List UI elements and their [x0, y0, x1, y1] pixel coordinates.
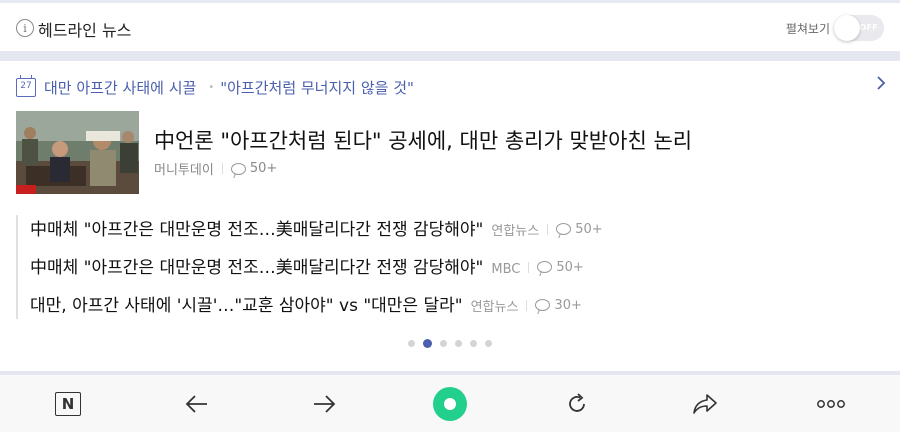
- list-item[interactable]: 대만, 아프간 사태에 '시끌'…"교훈 삼아야" vs "대만은 달라" 연합…: [30, 291, 582, 319]
- arrow-right-icon: [314, 395, 336, 413]
- more-button[interactable]: [814, 387, 848, 421]
- browser-toolbar: N: [0, 375, 900, 432]
- toggle-state-label: OFF: [859, 23, 878, 32]
- green-dot-button[interactable]: [433, 387, 467, 421]
- list-item-title[interactable]: 대만, 아프간 사태에 '시끌'…"교훈 삼아야" vs "대만은 달라": [30, 291, 463, 316]
- comment-icon: [556, 223, 572, 235]
- list-item-source[interactable]: 연합뉴스: [491, 220, 539, 239]
- meta-divider: [528, 262, 530, 273]
- refresh-button[interactable]: [560, 387, 594, 421]
- lead-source[interactable]: 머니투데이: [154, 159, 214, 178]
- pagination-dot[interactable]: [408, 340, 415, 347]
- fold-label[interactable]: 펼쳐보기: [786, 20, 830, 37]
- news-card: 27 대만 아프간 사태에 시끌 • "아프간처럼 무너지지 않을 것" 中언론…: [0, 61, 900, 371]
- section-divider: [0, 51, 900, 61]
- pagination-dot[interactable]: [485, 340, 492, 347]
- lead-headline[interactable]: 中언론 "아프간처럼 된다" 공세에, 대만 총리가 맞받아친 논리: [154, 125, 692, 155]
- lead-comment-count[interactable]: 50+: [250, 161, 277, 176]
- toggle-knob: [834, 15, 860, 41]
- pagination-dot[interactable]: [440, 340, 447, 347]
- lead-article[interactable]: 中언론 "아프간처럼 된다" 공세에, 대만 총리가 맞받아친 논리 머니투데이…: [16, 111, 876, 195]
- headline-header: i 헤드라인 뉴스 펼쳐보기 OFF: [0, 3, 900, 51]
- info-icon[interactable]: i: [16, 19, 34, 37]
- naver-home-button[interactable]: N: [51, 387, 85, 421]
- list-item[interactable]: 中매체 "아프간은 대만운명 전조…美매달리다간 전쟁 감당해야" 연합뉴스 5…: [30, 215, 603, 243]
- arrow-left-icon: [185, 395, 207, 413]
- green-circle-icon: [433, 387, 467, 421]
- pagination-dot[interactable]: [470, 340, 477, 347]
- expand-toggle[interactable]: OFF: [834, 15, 884, 41]
- list-item-title[interactable]: 中매체 "아프간은 대만운명 전조…美매달리다간 전쟁 감당해야": [30, 253, 483, 278]
- share-icon: [693, 394, 717, 414]
- forward-button[interactable]: [307, 387, 341, 421]
- lead-thumbnail[interactable]: [16, 111, 139, 194]
- back-button[interactable]: [180, 387, 214, 421]
- list-item-comments[interactable]: 30+: [535, 298, 582, 313]
- comment-icon: [230, 162, 246, 175]
- list-item-source[interactable]: 연합뉴스: [471, 296, 519, 315]
- comment-icon: [537, 261, 553, 273]
- list-item-source[interactable]: MBC: [491, 262, 520, 277]
- related-list: 中매체 "아프간은 대만운명 전조…美매달리다간 전쟁 감당해야" 연합뉴스 5…: [16, 215, 876, 319]
- meta-divider: [221, 163, 223, 174]
- list-item-title[interactable]: 中매체 "아프간은 대만운명 전조…美매달리다간 전쟁 감당해야": [30, 215, 483, 240]
- chevron-right-icon[interactable]: [876, 75, 886, 96]
- share-button[interactable]: [688, 387, 722, 421]
- meta-divider: [526, 300, 528, 311]
- topic-separator-dot: •: [208, 81, 215, 93]
- list-item-comments[interactable]: 50+: [556, 222, 603, 237]
- more-icon: [817, 400, 845, 408]
- calendar-icon: 27: [16, 74, 36, 97]
- refresh-icon: [569, 393, 585, 412]
- meta-divider: [547, 224, 549, 235]
- naver-n-icon: N: [55, 392, 81, 416]
- topic-title[interactable]: 대만 아프간 사태에 시끌: [44, 77, 196, 98]
- list-item-comments[interactable]: 50+: [537, 260, 584, 275]
- lead-meta: 머니투데이 50+: [154, 159, 277, 178]
- comment-icon: [535, 299, 551, 311]
- topic-row[interactable]: 27 대만 아프간 사태에 시끌 • "아프간처럼 무너지지 않을 것": [16, 74, 414, 99]
- pagination-dot[interactable]: [423, 339, 432, 348]
- pagination-dot[interactable]: [455, 340, 462, 347]
- header-title: 헤드라인 뉴스: [38, 21, 132, 40]
- list-item[interactable]: 中매체 "아프간은 대만운명 전조…美매달리다간 전쟁 감당해야" MBC 50…: [30, 253, 584, 281]
- topic-subtitle[interactable]: "아프간처럼 무너지지 않을 것": [220, 77, 414, 98]
- pagination-dots: [0, 339, 900, 348]
